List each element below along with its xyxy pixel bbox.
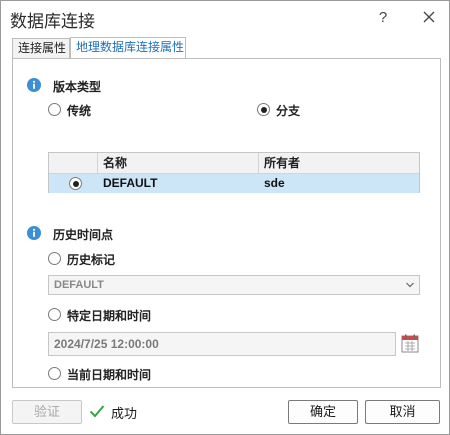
column-header-name[interactable]: 名称 [103,153,127,174]
radio-historical-marker-label[interactable]: 历史标记 [67,251,115,268]
close-button[interactable] [417,7,441,29]
title-bar: 数据库连接 ? [1,1,449,35]
version-name-cell: DEFAULT [103,176,158,190]
radio-traditional[interactable] [48,103,61,116]
calendar-icon [401,334,419,353]
radio-specific-datetime-label[interactable]: 特定日期和时间 [67,307,151,324]
row-select-radio[interactable] [69,177,82,190]
radio-current-datetime-label[interactable]: 当前日期和时间 [67,366,151,383]
radio-branch[interactable] [257,103,270,116]
cancel-button[interactable]: 取消 [365,400,440,424]
tab-geodatabase-connection-properties[interactable]: 地理数据库连接属性 [70,37,186,59]
version-table-header: 名称 所有者 [49,153,419,174]
radio-specific-datetime[interactable] [48,308,61,321]
help-button[interactable]: ? [371,7,395,29]
info-icon [27,78,41,92]
historical-moment-label: 历史时间点 [53,228,114,242]
validate-button[interactable]: 验证 [12,400,82,424]
calendar-button[interactable] [400,333,420,355]
radio-historical-marker[interactable] [48,252,61,265]
table-row[interactable]: DEFAULT sde [49,174,419,193]
radio-current-datetime[interactable] [48,367,61,380]
column-header-owner[interactable]: 所有者 [264,153,300,174]
datetime-value: 2024/7/25 12:00:00 [54,337,159,351]
geodatabase-properties-panel: 版本类型 传统 分支 名称 所有者 DEFAULT sde 历史时间点 历史标记… [12,58,441,388]
validation-status-text: 成功 [111,406,138,421]
column-divider [97,153,98,174]
radio-branch-label[interactable]: 分支 [276,102,300,119]
version-table: 名称 所有者 DEFAULT sde [48,152,420,193]
historical-marker-value: DEFAULT [54,279,104,291]
checkmark-icon [89,405,105,418]
ok-button[interactable]: 确定 [288,400,358,424]
radio-traditional-label[interactable]: 传统 [67,102,91,119]
info-icon [27,226,41,240]
historical-marker-select[interactable]: DEFAULT [48,275,420,295]
version-owner-cell: sde [264,176,285,190]
database-connection-dialog: 数据库连接 ? 连接属性 地理数据库连接属性 版本类型 传统 分支 名称 所有者… [0,0,450,435]
chevron-down-icon [406,282,414,288]
column-divider [258,153,259,174]
tab-connection-properties[interactable]: 连接属性 [12,38,70,58]
datetime-input[interactable]: 2024/7/25 12:00:00 [48,332,396,356]
dialog-title: 数据库连接 [10,12,95,31]
close-icon [423,11,435,23]
version-type-label: 版本类型 [53,80,102,94]
